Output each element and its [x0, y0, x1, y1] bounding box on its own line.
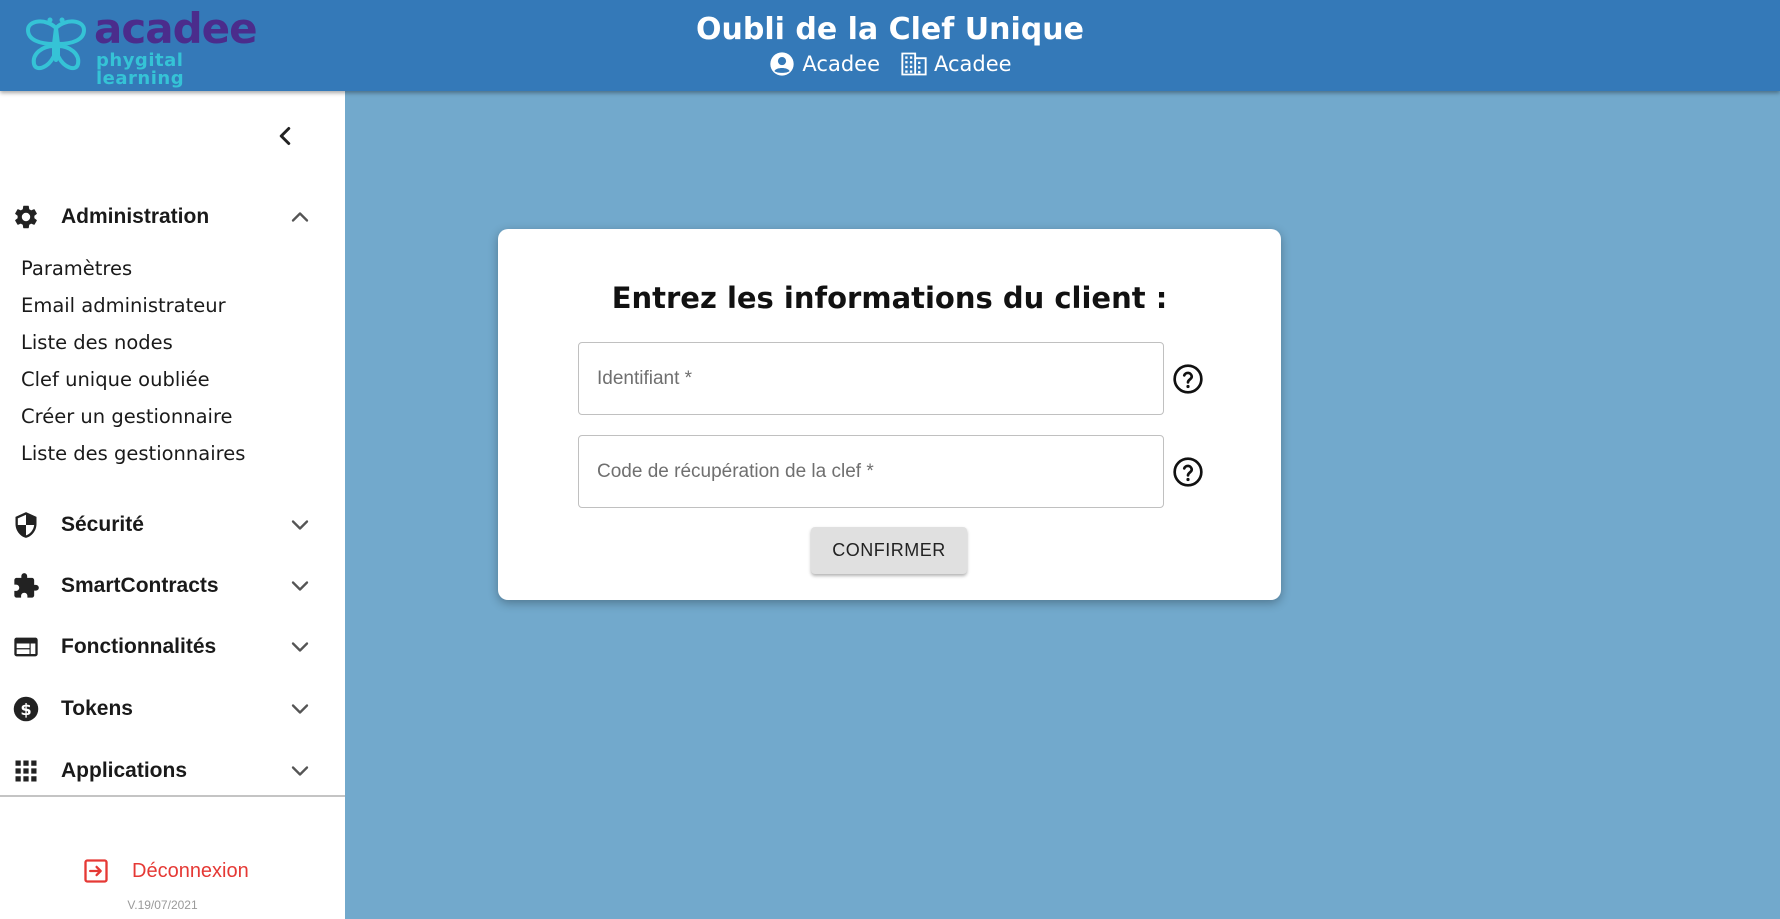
shield-icon: [15, 512, 37, 538]
sidebar-section-tokens[interactable]: $ Tokens: [0, 689, 345, 729]
gear-icon: [15, 205, 37, 229]
recovery-code-field[interactable]: [578, 435, 1164, 508]
chevron-up-icon: [291, 212, 309, 222]
chevron-down-icon: [291, 766, 309, 776]
apps-grid-icon: [15, 760, 37, 782]
chevron-left-icon[interactable]: [270, 121, 300, 151]
sidebar-section-label: Tokens: [61, 697, 133, 720]
sidebar-divider: [0, 795, 345, 797]
sidebar-section-securite[interactable]: Sécurité: [0, 505, 345, 545]
sidebar-section-label: Administration: [61, 205, 210, 228]
puzzle-icon: [14, 573, 39, 598]
chevron-down-icon: [291, 704, 309, 714]
app-version: V.19/07/2021: [127, 898, 198, 912]
header-user-name: Acadee: [802, 52, 880, 76]
page-title: Oubli de la Clef Unique: [696, 12, 1084, 47]
identifier-field[interactable]: [578, 342, 1164, 415]
help-circle-icon[interactable]: [1172, 456, 1204, 488]
chevron-down-icon: [291, 642, 309, 652]
sidebar-section-administration[interactable]: Administration: [0, 197, 345, 237]
sidebar-section-label: Sécurité: [61, 513, 144, 536]
app-header: acadee phygital learning Oubli de la Cle…: [0, 0, 1780, 91]
account-circle-icon: [770, 52, 795, 76]
logout-button[interactable]: Déconnexion: [82, 857, 249, 885]
forgot-key-card: Entrez les informations du client : CONF…: [498, 229, 1281, 600]
sidebar-item-clef-unique-oubliee[interactable]: Clef unique oubliée: [21, 368, 210, 391]
sidebar-section-label: Applications: [61, 759, 188, 782]
logout-label: Déconnexion: [132, 859, 249, 882]
confirm-button[interactable]: CONFIRMER: [811, 527, 967, 574]
sidebar-item-email-administrateur[interactable]: Email administrateur: [21, 294, 226, 317]
building-icon: [901, 52, 927, 76]
sidebar-section-label: SmartContracts: [61, 574, 219, 597]
sidebar-item-creer-un-gestionnaire[interactable]: Créer un gestionnaire: [21, 405, 233, 428]
sidebar-section-smartcontracts[interactable]: SmartContracts: [0, 566, 345, 606]
chevron-down-icon: [291, 581, 309, 591]
dollar-coin-icon: $: [13, 696, 39, 722]
sidebar-section-fonctionnalites[interactable]: Fonctionnalités: [0, 627, 345, 667]
sidebar-item-liste-des-nodes[interactable]: Liste des nodes: [21, 331, 173, 354]
help-circle-icon[interactable]: [1172, 363, 1204, 395]
svg-text:$: $: [20, 700, 31, 719]
sidebar: Administration Paramètres Email administ…: [0, 91, 345, 919]
sidebar-item-parametres[interactable]: Paramètres: [21, 257, 132, 280]
form-title: Entrez les informations du client :: [611, 281, 1168, 315]
header-context: Acadee Acadee: [0, 50, 1780, 78]
header-org-name: Acadee: [934, 52, 1012, 76]
recovery-code-input[interactable]: [579, 436, 1163, 507]
web-icon: [14, 637, 38, 657]
sidebar-section-label: Fonctionnalités: [61, 635, 217, 658]
chevron-down-icon: [291, 520, 309, 530]
logout-icon: [84, 859, 108, 883]
sidebar-item-liste-des-gestionnaires[interactable]: Liste des gestionnaires: [21, 442, 245, 465]
identifier-input[interactable]: [579, 343, 1163, 414]
sidebar-section-applications[interactable]: Applications: [0, 751, 345, 791]
